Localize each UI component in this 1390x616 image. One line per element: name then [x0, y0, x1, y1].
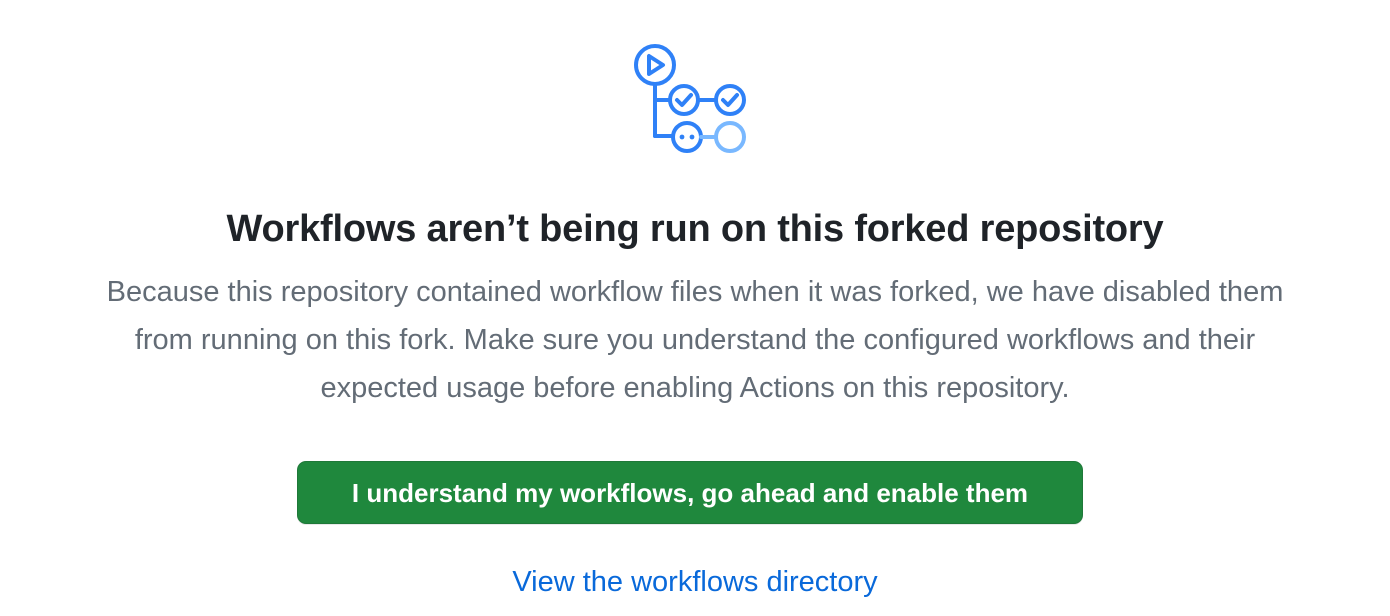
view-workflows-directory-link[interactable]: View the workflows directory — [0, 560, 1390, 604]
actions-blankslate: Workflows aren’t being run on this forke… — [0, 0, 1390, 616]
description-line: from running on this fork. Make sure you… — [134, 324, 1256, 356]
description-line: Because this repository contained workfl… — [106, 276, 1284, 308]
enable-workflows-button[interactable]: I understand my workflows, go ahead and … — [297, 461, 1083, 524]
github-actions-workflow-icon — [634, 44, 746, 153]
description: Because this repository contained workfl… — [15, 268, 1375, 412]
description-line: expected usage before enabling Actions o… — [320, 372, 1070, 404]
page-title: Workflows aren’t being run on this forke… — [226, 208, 1164, 250]
